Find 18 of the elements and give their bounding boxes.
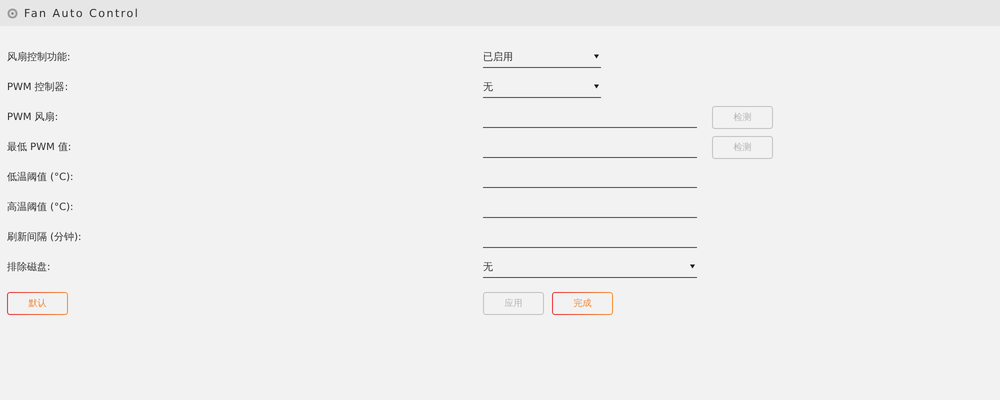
fan-icon	[7, 8, 18, 18]
caret-icon	[690, 264, 695, 269]
dropdown[interactable]: 无	[483, 256, 697, 278]
field-label: PWM 控制器:	[7, 80, 68, 95]
caret-icon	[594, 84, 599, 89]
dropdown[interactable]: 已启用	[483, 46, 601, 68]
field-label: 最低 PWM 值:	[7, 141, 72, 155]
field-label: 高温阈值 (°C):	[7, 200, 74, 215]
field-label: PWM 风扇:	[7, 110, 58, 125]
field-label: 排除磁盘:	[7, 260, 50, 275]
field-label: 风扇控制功能:	[7, 50, 70, 65]
caret-icon	[594, 54, 599, 59]
dropdown[interactable]: 无	[483, 76, 601, 98]
field-label: 刷新间隔 (分钟):	[7, 230, 82, 245]
window-title: Fan Auto Control	[24, 6, 140, 20]
field-label: 低温阈值 (°C):	[7, 171, 74, 185]
button[interactable]: 默认	[7, 292, 68, 314]
button[interactable]: 完成	[552, 292, 613, 314]
